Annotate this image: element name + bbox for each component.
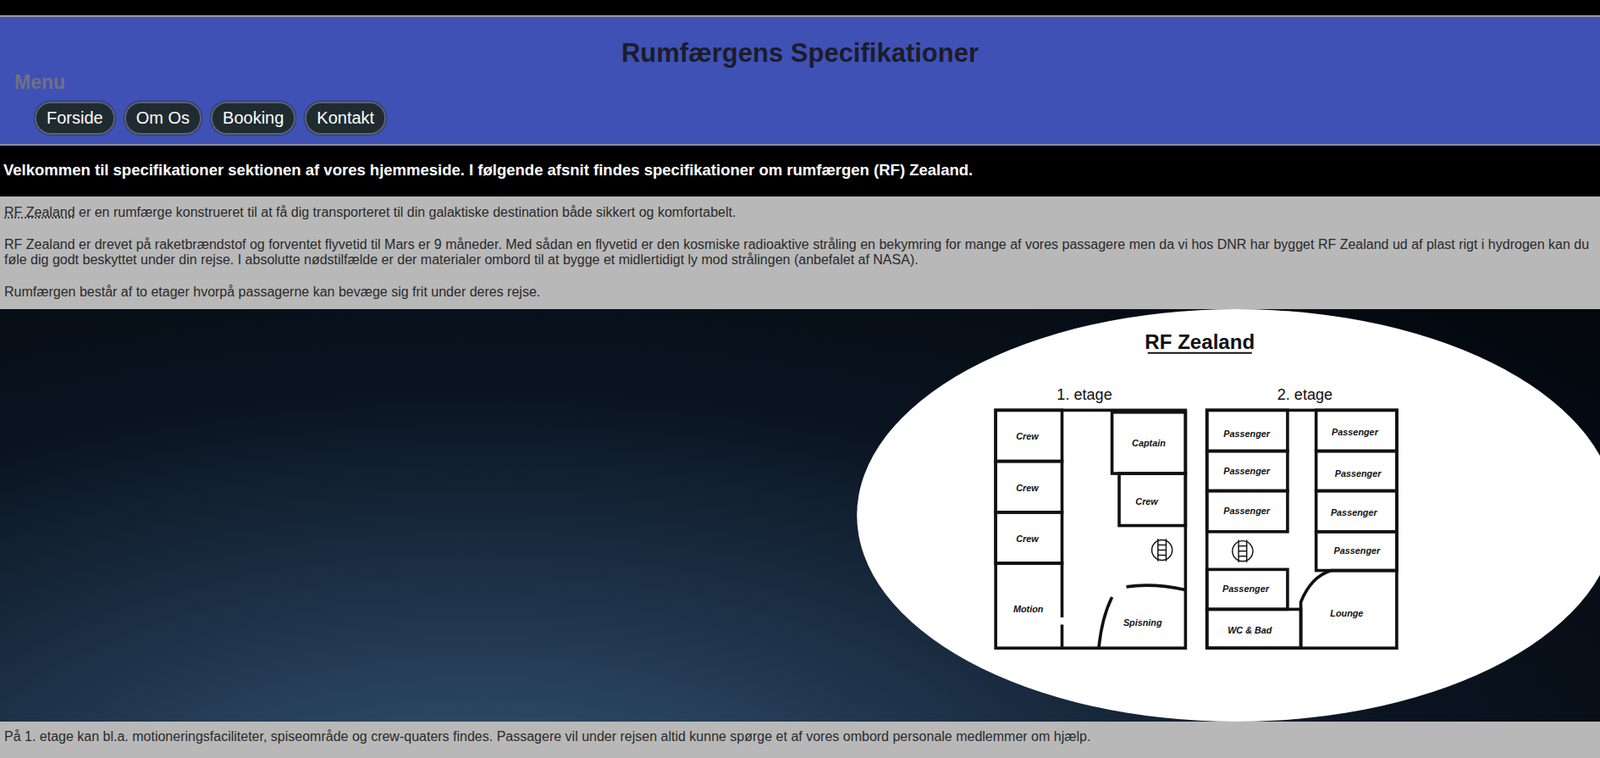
- wall: [1098, 596, 1113, 648]
- room-label: Captain: [1131, 437, 1166, 448]
- room-wall: [1316, 491, 1397, 532]
- page-title: Rumfærgens Specifikationer: [0, 38, 1600, 69]
- paragraph: Rumfærgen består af to etager hvorpå pas…: [4, 284, 1596, 300]
- floor: 1. etage Crew Crew Crew Motion Captain Crew Spi…: [1013, 386, 1166, 627]
- nav-button[interactable]: Forside: [34, 101, 116, 135]
- content-section: RF Zealand er en rumfærge konstrueret ti…: [0, 196, 1600, 309]
- room-label: Lounge: [1329, 607, 1363, 618]
- wall: [1060, 623, 1065, 648]
- plan-ellipse: [856, 308, 1600, 722]
- room-label: Crew: [1015, 430, 1039, 442]
- nav: ForsideOm OsBookingKontakt: [0, 93, 1600, 135]
- nav-button[interactable]: Om Os: [124, 101, 202, 135]
- plan-title: RF Zealand: [1144, 330, 1255, 354]
- room-label: Passenger: [1223, 505, 1271, 516]
- nav-button[interactable]: Booking: [210, 101, 296, 135]
- wall: [1301, 570, 1397, 649]
- room-label: Spisning: [1123, 617, 1163, 628]
- menu-label: Menu: [14, 70, 1600, 94]
- floorplan-diagram: RF Zealand 1. etage Crew Crew Crew Motion Capt…: [856, 308, 1600, 722]
- room-wall: [1207, 451, 1288, 492]
- page: Rumfærgens SpecifikationerMenuForsideOm …: [0, 0, 1600, 752]
- room-wall: [1316, 531, 1397, 571]
- nav-button[interactable]: Kontakt: [304, 101, 387, 135]
- top-bar: [0, 0, 1600, 17]
- floor-label: 2. etage: [1277, 386, 1333, 403]
- paragraph: RF Zealand er drevet på raketbrændstof o…: [4, 237, 1596, 268]
- room-wall: [1207, 409, 1288, 451]
- room-label: Passenger: [1223, 465, 1271, 476]
- room-wall: [1112, 412, 1187, 474]
- title-underline: [1147, 352, 1253, 354]
- room-wall: [1207, 608, 1302, 648]
- wall: [995, 562, 1062, 618]
- room-label: Crew: [1015, 533, 1039, 544]
- room-label: Passenger: [1330, 507, 1379, 518]
- room-label: Passenger: [1223, 428, 1271, 439]
- intro-banner: Velkommen til specifikationer sektionen …: [0, 145, 1600, 197]
- room-label: Passenger: [1333, 545, 1381, 556]
- floor-label: 1. etage: [1056, 386, 1112, 403]
- room-label: Passenger: [1222, 583, 1270, 594]
- room-label: Motion: [1013, 603, 1044, 614]
- visual-section: RF Zealand 1. etage Crew Crew Crew Motion Capt…: [0, 308, 1600, 722]
- room-wall: [1316, 451, 1397, 492]
- abbr: RF Zealand: [4, 204, 76, 220]
- room-label: WC & Bad: [1227, 624, 1273, 635]
- room-wall: [995, 409, 1062, 461]
- room-label: Crew: [1015, 482, 1039, 493]
- room-wall: [1207, 491, 1288, 532]
- room-wall: [995, 512, 1062, 563]
- room-wall: [1119, 473, 1186, 525]
- paragraph: På 1. etage kan bl.a. motioneringsfacili…: [4, 728, 1596, 745]
- footer-section: På 1. etage kan bl.a. motioneringsfacili…: [0, 721, 1600, 752]
- room-label: Passenger: [1331, 426, 1380, 437]
- ladder-icon: [1232, 539, 1253, 563]
- room-wall: [1207, 568, 1288, 609]
- room-label: Passenger: [1335, 468, 1383, 479]
- room-wall: [1207, 409, 1397, 648]
- header: Rumfærgens SpecifikationerMenuForsideOm …: [0, 16, 1600, 146]
- ladder-icon: [1152, 538, 1173, 562]
- room-wall: [995, 461, 1062, 513]
- room-wall: [995, 409, 1186, 648]
- room-wall: [1316, 409, 1397, 451]
- room-label: Crew: [1135, 496, 1159, 507]
- wall: [1125, 584, 1186, 590]
- paragraph: RF Zealand er en rumfærge konstrueret ti…: [4, 204, 1596, 221]
